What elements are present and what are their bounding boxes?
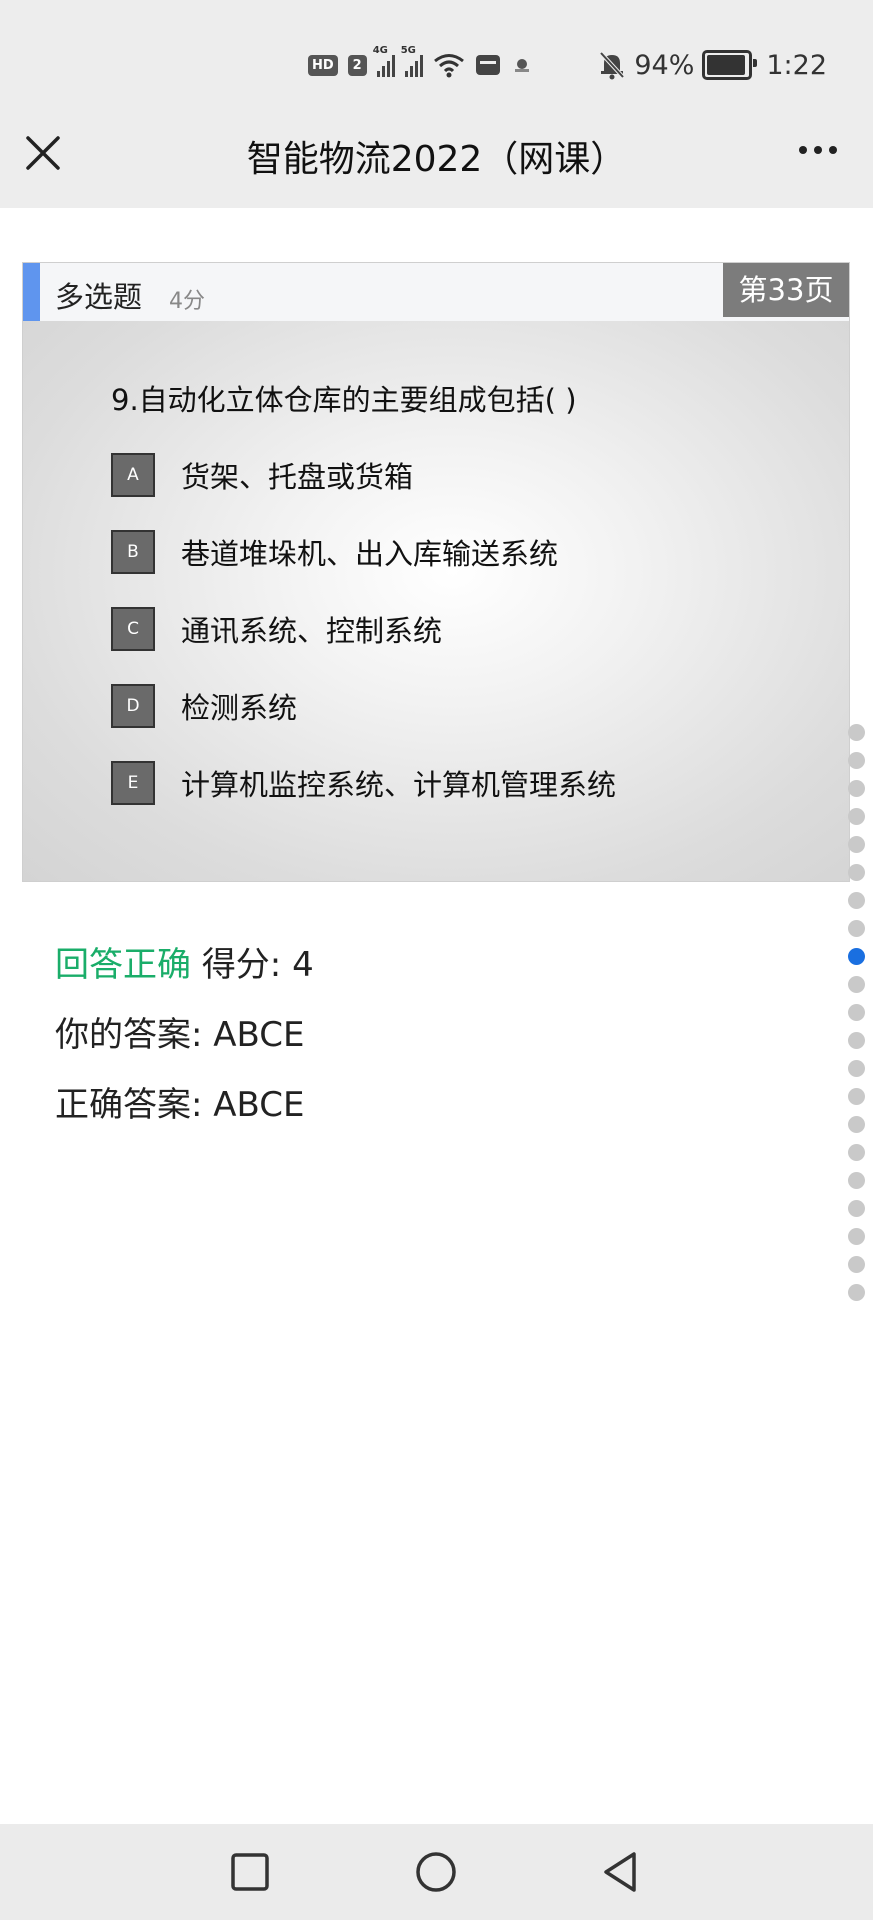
result-status-line: 回答正确 得分: 4 <box>55 940 314 1010</box>
page-dot[interactable] <box>848 1004 865 1021</box>
header-accent-bar <box>23 263 40 321</box>
page-dot[interactable] <box>848 948 865 965</box>
clock: 1:22 <box>766 49 827 81</box>
page-dot[interactable] <box>848 780 865 797</box>
back-icon[interactable] <box>598 1848 646 1896</box>
hd-badge: HD <box>308 54 338 76</box>
system-nav-bar <box>0 1824 873 1920</box>
option-text: 检测系统 <box>181 691 298 725</box>
page-dot[interactable] <box>848 836 865 853</box>
page-dot[interactable] <box>848 1172 865 1189</box>
question-text: 9.自动化立体仓库的主要组成包括( ) <box>111 383 577 417</box>
page-title: 智能物流2022（网课） <box>246 139 627 180</box>
result-score: 得分: 4 <box>201 945 314 985</box>
page-dot[interactable] <box>848 1200 865 1217</box>
page-dot[interactable] <box>848 808 865 825</box>
question-points: 4分 <box>169 289 205 314</box>
page-dot[interactable] <box>848 1032 865 1049</box>
option-letter: E <box>111 761 155 805</box>
more-icon[interactable] <box>799 146 837 154</box>
result-status: 回答正确 <box>55 945 191 985</box>
signal-5g-icon: 5G <box>401 45 423 77</box>
close-icon[interactable] <box>22 132 64 174</box>
page-dot[interactable] <box>848 976 865 993</box>
question-card: 多选题 4分 第33页 9.自动化立体仓库的主要组成包括( ) A 货架、托盘或… <box>22 262 850 882</box>
option-letter: A <box>111 453 155 497</box>
page-dot[interactable] <box>848 1088 865 1105</box>
option-letter: C <box>111 607 155 651</box>
page-dot[interactable] <box>848 920 865 937</box>
option-text: 货架、托盘或货箱 <box>181 460 414 494</box>
option-b[interactable]: B 巷道堆垛机、出入库输送系统 <box>111 528 616 576</box>
home-icon[interactable] <box>412 1848 460 1896</box>
option-letter: B <box>111 530 155 574</box>
status-icons: HD 2 4G 5G <box>308 45 533 82</box>
mute-icon <box>599 51 625 80</box>
notification-icon <box>514 59 529 72</box>
answer-result: 回答正确 得分: 4 你的答案: ABCE 正确答案: ABCE <box>55 940 314 1150</box>
page-dot[interactable] <box>848 892 865 909</box>
page-dot[interactable] <box>848 1060 865 1077</box>
sim-badge: 2 <box>347 54 367 76</box>
page-dot[interactable] <box>848 724 865 741</box>
nav-bar: 智能物流2022（网课） <box>0 98 873 208</box>
page-dot[interactable] <box>848 1228 865 1245</box>
option-list: A 货架、托盘或货箱 B 巷道堆垛机、出入库输送系统 C 通讯系统、控制系统 D… <box>111 451 616 836</box>
battery-percent: 94% <box>634 49 695 81</box>
option-a[interactable]: A 货架、托盘或货箱 <box>111 451 616 499</box>
app-notification-icon <box>475 55 500 75</box>
page-dot[interactable] <box>848 752 865 769</box>
signal-4g-icon: 4G <box>373 45 395 77</box>
your-answer: 你的答案: ABCE <box>55 1015 305 1055</box>
option-d[interactable]: D 检测系统 <box>111 682 616 730</box>
question-type: 多选题 <box>55 280 143 314</box>
page-number-badge: 第33页 <box>723 263 849 317</box>
status-right: 94% 1:22 <box>598 48 827 82</box>
page-dot[interactable] <box>848 864 865 881</box>
battery-icon <box>702 50 758 80</box>
page-indicator <box>848 724 865 1301</box>
option-c[interactable]: C 通讯系统、控制系统 <box>111 605 616 653</box>
page-dot[interactable] <box>848 1144 865 1161</box>
option-text: 巷道堆垛机、出入库输送系统 <box>181 537 559 571</box>
page-dot[interactable] <box>848 1256 865 1273</box>
recent-apps-icon[interactable] <box>226 1848 274 1896</box>
option-text: 通讯系统、控制系统 <box>181 614 443 648</box>
correct-answer: 正确答案: ABCE <box>55 1085 305 1125</box>
option-letter: D <box>111 684 155 728</box>
page-dot[interactable] <box>848 1284 865 1301</box>
option-text: 计算机监控系统、计算机管理系统 <box>181 768 617 802</box>
option-e[interactable]: E 计算机监控系统、计算机管理系统 <box>111 759 616 807</box>
wifi-icon <box>433 54 464 78</box>
page-dot[interactable] <box>848 1116 865 1133</box>
